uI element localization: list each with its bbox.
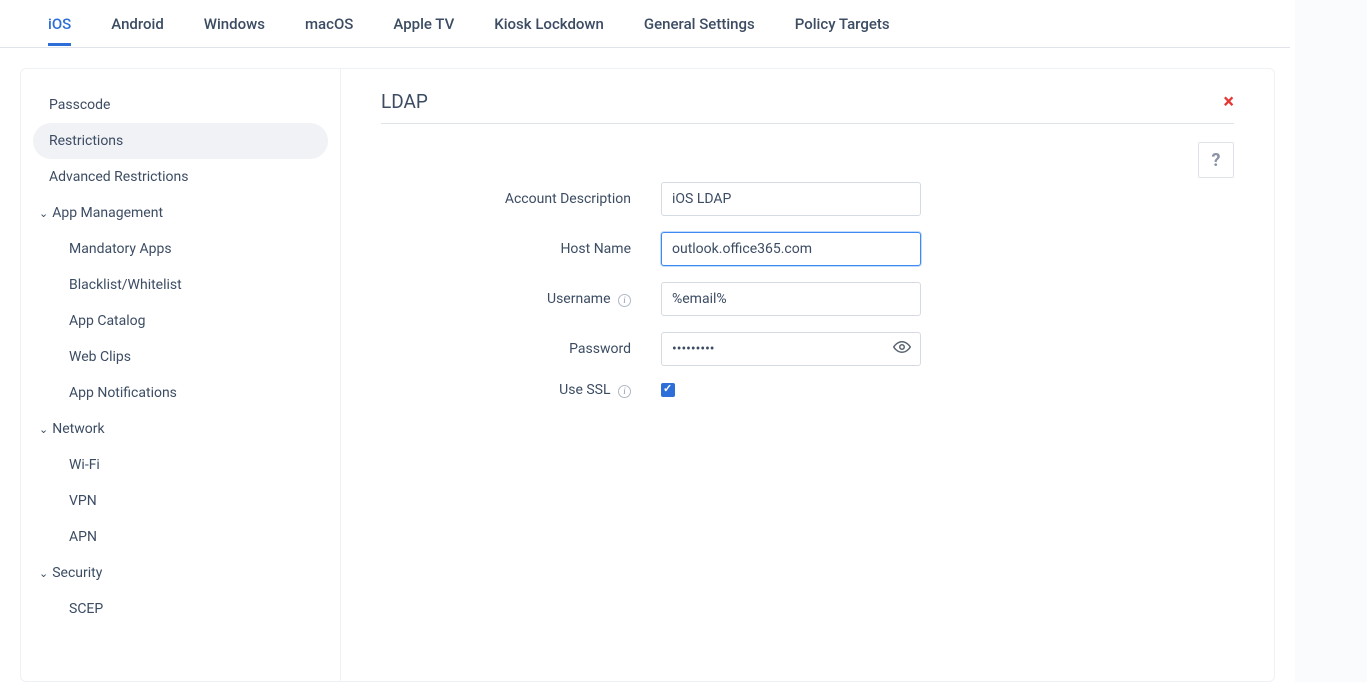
platform-tabs: iOS Android Windows macOS Apple TV Kiosk…	[0, 0, 1290, 48]
sidebar-item-passcode[interactable]: Passcode	[33, 87, 328, 123]
page-title: LDAP	[381, 90, 428, 113]
label-host-name: Host Name	[381, 241, 661, 257]
help-button[interactable]: ?	[1198, 142, 1234, 178]
use-ssl-checkbox[interactable]	[661, 383, 675, 397]
row-username: Username i	[381, 282, 1234, 316]
label-account-description: Account Description	[381, 191, 661, 207]
tab-apple-tv[interactable]: Apple TV	[393, 2, 454, 46]
label-username: Username i	[381, 291, 661, 307]
tab-android[interactable]: Android	[111, 2, 164, 46]
sidebar-item-advanced-restrictions[interactable]: Advanced Restrictions	[33, 159, 328, 195]
row-password: Password	[381, 332, 1234, 366]
tab-kiosk-lockdown[interactable]: Kiosk Lockdown	[494, 2, 604, 46]
sidebar-item-mandatory-apps[interactable]: Mandatory Apps	[33, 231, 328, 267]
chevron-down-icon: ⌄	[39, 207, 48, 220]
sidebar-item-restrictions[interactable]: Restrictions	[33, 123, 328, 159]
content-area: LDAP × ? Account Description Host Name U…	[341, 69, 1274, 681]
sidebar-item-blacklist-whitelist[interactable]: Blacklist/Whitelist	[33, 267, 328, 303]
password-wrapper	[661, 332, 921, 366]
label-text: Username	[547, 291, 611, 307]
sidebar-group-network[interactable]: ⌄ Network	[33, 411, 328, 447]
tab-ios[interactable]: iOS	[48, 2, 71, 46]
sidebar: Passcode Restrictions Advanced Restricti…	[21, 69, 341, 681]
content-header: LDAP ×	[381, 89, 1234, 124]
row-host-name: Host Name	[381, 232, 1234, 266]
sidebar-group-label: Security	[52, 565, 102, 581]
sidebar-group-security[interactable]: ⌄ Security	[33, 555, 328, 591]
sidebar-item-app-notifications[interactable]: App Notifications	[33, 375, 328, 411]
label-use-ssl: Use SSL i	[381, 382, 661, 398]
sidebar-item-scep[interactable]: SCEP	[33, 591, 328, 627]
right-gutter	[1295, 0, 1367, 682]
row-account-description: Account Description	[381, 182, 1234, 216]
sidebar-group-app-management[interactable]: ⌄ App Management	[33, 195, 328, 231]
row-use-ssl: Use SSL i	[381, 382, 1234, 398]
sidebar-item-web-clips[interactable]: Web Clips	[33, 339, 328, 375]
sidebar-item-app-catalog[interactable]: App Catalog	[33, 303, 328, 339]
tab-windows[interactable]: Windows	[204, 2, 265, 46]
host-name-field[interactable]	[661, 232, 921, 266]
chevron-down-icon: ⌄	[39, 423, 48, 436]
close-icon[interactable]: ×	[1223, 89, 1234, 113]
chevron-down-icon: ⌄	[39, 567, 48, 580]
username-field[interactable]	[661, 282, 921, 316]
main-panel: Passcode Restrictions Advanced Restricti…	[20, 68, 1275, 682]
sidebar-item-wifi[interactable]: Wi-Fi	[33, 447, 328, 483]
sidebar-item-vpn[interactable]: VPN	[33, 483, 328, 519]
sidebar-group-label: Network	[52, 421, 104, 437]
label-text: Use SSL	[559, 382, 610, 398]
password-field[interactable]	[661, 332, 921, 366]
tab-macos[interactable]: macOS	[305, 2, 353, 46]
ldap-form: Account Description Host Name Username i…	[381, 178, 1234, 398]
eye-icon[interactable]	[893, 340, 911, 358]
sidebar-group-label: App Management	[52, 205, 163, 221]
info-icon[interactable]: i	[618, 385, 631, 398]
label-password: Password	[381, 341, 661, 357]
tab-general-settings[interactable]: General Settings	[644, 2, 755, 46]
tab-policy-targets[interactable]: Policy Targets	[795, 2, 890, 46]
info-icon[interactable]: i	[618, 294, 631, 307]
sidebar-item-apn[interactable]: APN	[33, 519, 328, 555]
account-description-field[interactable]	[661, 182, 921, 216]
